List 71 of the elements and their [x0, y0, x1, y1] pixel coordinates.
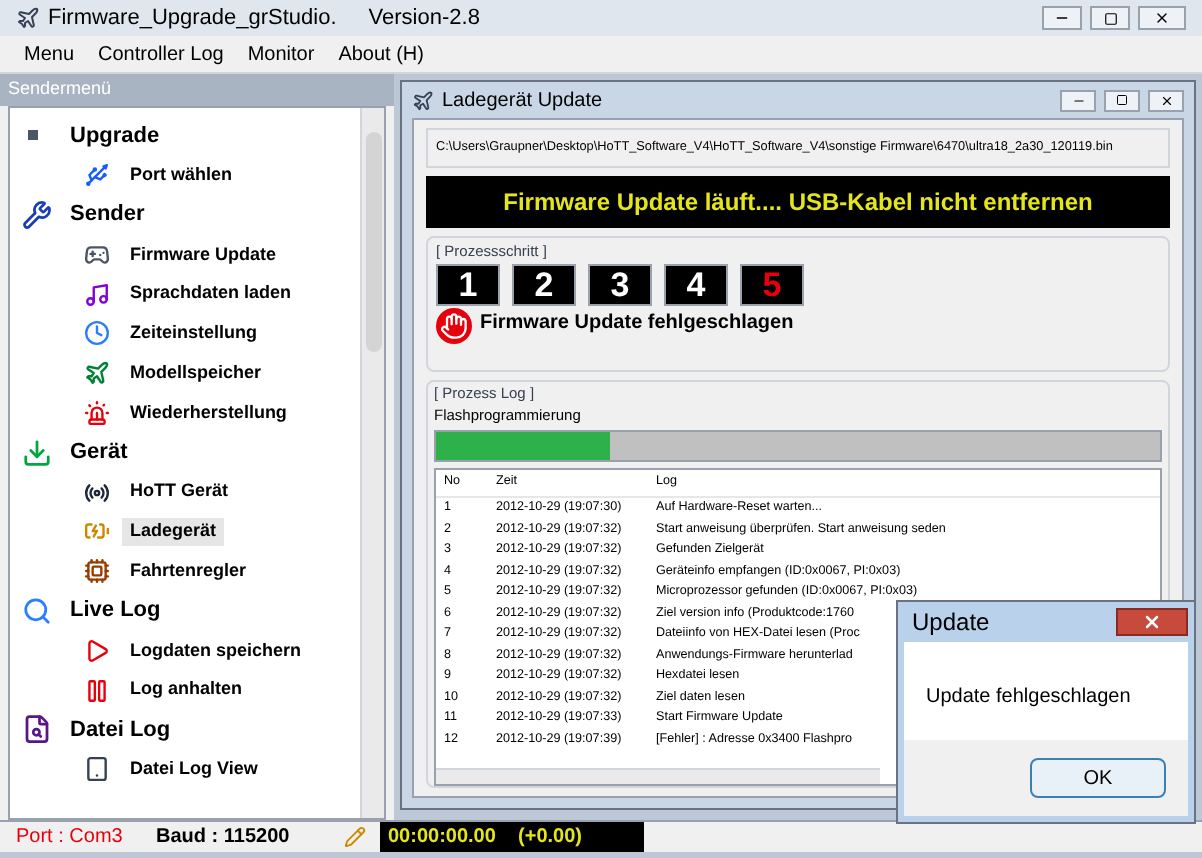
- tree-item[interactable]: Datei Log: [62, 713, 179, 747]
- tree-item[interactable]: Datei Log View: [122, 755, 266, 783]
- menu-item[interactable]: About (H): [338, 39, 424, 69]
- close-icon: [1159, 93, 1173, 107]
- chip-icon: [83, 558, 109, 585]
- plane-icon: [83, 360, 109, 387]
- tree-item[interactable]: Zeiteinstellung: [122, 320, 266, 348]
- usb-icon: [83, 162, 109, 189]
- menu-item[interactable]: Monitor: [247, 39, 315, 69]
- tree-item[interactable]: Fahrtenregler: [122, 557, 255, 585]
- play-icon: [83, 637, 109, 664]
- menu-item[interactable]: Menu: [24, 39, 75, 69]
- ok-button[interactable]: OK: [1030, 758, 1166, 798]
- tree-item[interactable]: Firmware Update: [122, 241, 285, 269]
- tree-item[interactable]: Logdaten speichern: [122, 637, 310, 664]
- gamepad-icon: [83, 241, 109, 268]
- menu-item[interactable]: Controller Log: [98, 39, 224, 69]
- maximize-button[interactable]: [1104, 89, 1140, 111]
- dialog-message: Update fehlgeschlagen: [926, 684, 1131, 712]
- siren-icon: [83, 399, 109, 426]
- tree-item[interactable]: Upgrade: [62, 119, 168, 153]
- wrench-icon: [21, 199, 51, 230]
- maximize-button[interactable]: [1090, 6, 1130, 30]
- square-icon: [27, 130, 37, 141]
- app-icon: [412, 89, 434, 111]
- stop-hand-icon: [436, 308, 472, 345]
- close-button[interactable]: [1116, 608, 1188, 636]
- clock-icon: [83, 320, 109, 347]
- maximize-icon: [1116, 94, 1128, 106]
- tree-item[interactable]: Live Log: [62, 594, 169, 628]
- close-icon: [1142, 612, 1162, 632]
- music-note-icon: [83, 281, 109, 308]
- status-banner: Firmware Update läuft.... USB-Kabel nicht entfernen: [426, 176, 1170, 228]
- horizontal-scrollbar[interactable]: [436, 768, 880, 784]
- app-icon: [16, 6, 40, 30]
- status-message: Firmware Update fehlgeschlagen: [480, 310, 794, 339]
- file-search-icon: [21, 714, 51, 745]
- tree-item[interactable]: Sender: [62, 198, 153, 232]
- tree-item[interactable]: Gerät: [62, 436, 136, 470]
- step-box: 1: [436, 264, 500, 307]
- minimize-button[interactable]: [1042, 6, 1082, 30]
- pause-icon: [83, 677, 109, 704]
- window-title: Ladegerät Update: [442, 87, 603, 115]
- maximize-icon: [1103, 11, 1117, 25]
- tree-item[interactable]: Wiederherstellung: [122, 399, 295, 427]
- tablet-icon: [83, 756, 109, 783]
- download-icon: [21, 437, 51, 468]
- timer-display: 00:00:00.00 (+0.00): [380, 822, 644, 852]
- port-status: Port : Com3: [14, 824, 125, 852]
- antenna-icon: [83, 479, 109, 506]
- close-icon: [1154, 10, 1170, 26]
- window-title: Firmware_Upgrade_grStudio.: [48, 3, 337, 34]
- version-label: Version-2.8: [368, 3, 480, 34]
- battery-icon: [83, 518, 109, 545]
- magnifier-icon: [21, 595, 51, 626]
- close-button[interactable]: [1138, 6, 1186, 30]
- tree-item[interactable]: HoTT Gerät: [122, 478, 237, 506]
- tree-item[interactable]: Sprachdaten laden: [122, 280, 300, 308]
- step-box: 4: [664, 264, 728, 307]
- tree-item[interactable]: Modellspeicher: [122, 359, 270, 387]
- tree-item[interactable]: Port wählen: [122, 161, 241, 189]
- step-box: 2: [512, 264, 576, 307]
- panel-header: Sendermenü: [0, 74, 394, 106]
- scrollbar[interactable]: [360, 108, 384, 818]
- step-box: 3: [588, 264, 652, 307]
- dialog-title: Update: [912, 606, 990, 640]
- tree-item[interactable]: Ladegerät: [122, 518, 225, 546]
- step-box: 5: [740, 264, 804, 307]
- tree-item[interactable]: Log anhalten: [122, 676, 250, 704]
- baud-status: Baud : 115200: [154, 824, 292, 852]
- edit-icon: [344, 826, 366, 848]
